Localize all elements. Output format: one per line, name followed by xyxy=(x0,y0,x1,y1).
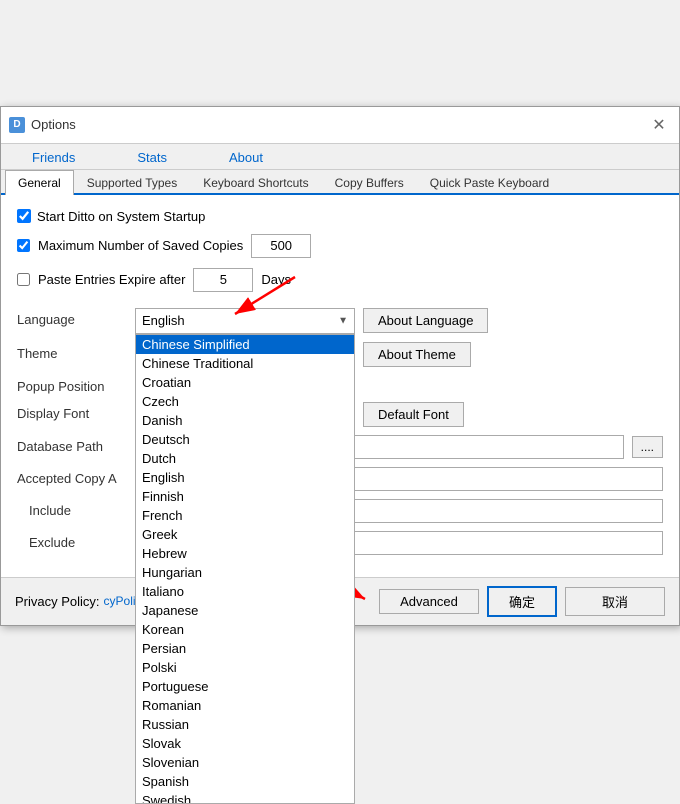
language-row: Language English ▼ Chinese Simplified Ch… xyxy=(17,308,663,334)
max-copies-row: Maximum Number of Saved Copies 500 xyxy=(17,234,663,258)
lang-option-italiano[interactable]: Italiano xyxy=(136,582,354,601)
exclude-label: Exclude xyxy=(17,531,127,550)
lang-option-spanish[interactable]: Spanish xyxy=(136,772,354,791)
lang-option-portuguese[interactable]: Portuguese xyxy=(136,677,354,696)
tab-about[interactable]: About xyxy=(198,144,294,170)
lang-option-slovenian[interactable]: Slovenian xyxy=(136,753,354,772)
title-bar: D Options ✕ xyxy=(1,107,679,144)
lang-option-chinese-traditional[interactable]: Chinese Traditional xyxy=(136,354,354,373)
lang-option-danish[interactable]: Danish xyxy=(136,411,354,430)
language-select[interactable]: English ▼ xyxy=(135,308,355,334)
about-theme-button[interactable]: About Theme xyxy=(363,342,471,367)
footer-buttons: Advanced 确定 取消 xyxy=(379,586,665,617)
main-content: Start Ditto on System Startup Maximum Nu… xyxy=(1,195,679,577)
lang-option-chinese-simplified[interactable]: Chinese Simplified xyxy=(136,335,354,354)
advanced-button[interactable]: Advanced xyxy=(379,589,479,614)
browse-button[interactable]: .... xyxy=(632,436,663,458)
include-label: Include xyxy=(17,499,127,518)
theme-label: Theme xyxy=(17,342,127,361)
expire-checkbox[interactable] xyxy=(17,273,30,286)
accepted-copy-label: Accepted Copy A xyxy=(17,467,127,486)
lang-option-hungarian[interactable]: Hungarian xyxy=(136,563,354,582)
expire-row: Paste Entries Expire after 5 Days xyxy=(17,268,663,292)
max-copies-checkbox[interactable] xyxy=(17,239,30,252)
startup-row: Start Ditto on System Startup xyxy=(17,209,663,224)
lang-option-polski[interactable]: Polski xyxy=(136,658,354,677)
options-window: D Options ✕ Friends Stats About General … xyxy=(0,106,680,626)
lang-option-greek[interactable]: Greek xyxy=(136,525,354,544)
lang-option-japanese[interactable]: Japanese xyxy=(136,601,354,620)
lang-option-romanian[interactable]: Romanian xyxy=(136,696,354,715)
cancel-button[interactable]: 取消 xyxy=(565,587,665,616)
display-font-label: Display Font xyxy=(17,402,127,421)
tab-quick-paste[interactable]: Quick Paste Keyboard xyxy=(417,170,562,195)
title-bar-left: D Options xyxy=(9,117,76,133)
tab-general[interactable]: General xyxy=(5,170,74,195)
max-copies-input[interactable]: 500 xyxy=(251,234,311,258)
lang-option-czech[interactable]: Czech xyxy=(136,392,354,411)
max-copies-label: Maximum Number of Saved Copies xyxy=(38,238,243,253)
lang-option-hebrew[interactable]: Hebrew xyxy=(136,544,354,563)
expire-label: Paste Entries Expire after xyxy=(38,272,185,287)
lang-option-croatian[interactable]: Croatian xyxy=(136,373,354,392)
default-font-button[interactable]: Default Font xyxy=(363,402,464,427)
lang-option-slovak[interactable]: Slovak xyxy=(136,734,354,753)
lang-option-finnish[interactable]: Finnish xyxy=(136,487,354,506)
language-control: English ▼ Chinese Simplified Chinese Tra… xyxy=(135,308,663,334)
lang-option-english[interactable]: English xyxy=(136,468,354,487)
lang-option-deutsch[interactable]: Deutsch xyxy=(136,430,354,449)
dropdown-arrow-icon: ▼ xyxy=(338,315,348,326)
tab-stats[interactable]: Stats xyxy=(106,144,198,170)
expire-input[interactable]: 5 xyxy=(193,268,253,292)
tab-keyboard[interactable]: Keyboard Shortcuts xyxy=(190,170,321,195)
tab-copy-buffers[interactable]: Copy Buffers xyxy=(322,170,417,195)
startup-checkbox[interactable] xyxy=(17,209,31,223)
window-title: Options xyxy=(31,117,76,132)
app-icon: D xyxy=(9,117,25,133)
ok-button[interactable]: 确定 xyxy=(487,586,557,617)
about-language-button[interactable]: About Language xyxy=(363,308,488,333)
expire-unit: Days xyxy=(261,272,291,287)
lang-option-french[interactable]: French xyxy=(136,506,354,525)
database-path-label: Database Path xyxy=(17,435,127,454)
tab-supported[interactable]: Supported Types xyxy=(74,170,191,195)
language-select-wrapper: English ▼ Chinese Simplified Chinese Tra… xyxy=(135,308,355,334)
privacy-label: Privacy Policy: xyxy=(15,594,100,609)
popup-position-label: Popup Position xyxy=(17,375,127,394)
lang-option-dutch[interactable]: Dutch xyxy=(136,449,354,468)
language-label: Language xyxy=(17,308,127,327)
startup-label: Start Ditto on System Startup xyxy=(37,209,205,224)
language-selected-value: English xyxy=(142,313,185,328)
close-button[interactable]: ✕ xyxy=(647,113,671,137)
language-dropdown-list: Chinese Simplified Chinese Traditional C… xyxy=(135,334,355,804)
bottom-tab-row: General Supported Types Keyboard Shortcu… xyxy=(1,170,679,195)
top-tab-row: Friends Stats About xyxy=(1,144,679,170)
lang-option-persian[interactable]: Persian xyxy=(136,639,354,658)
lang-option-swedish[interactable]: Swedish xyxy=(136,791,354,804)
lang-option-korean[interactable]: Korean xyxy=(136,620,354,639)
tab-friends[interactable]: Friends xyxy=(1,144,106,170)
